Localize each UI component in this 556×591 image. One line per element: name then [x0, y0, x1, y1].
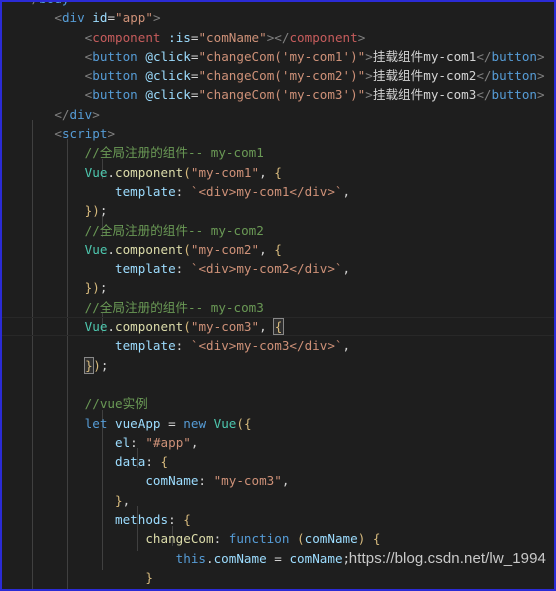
code-lines[interactable]: </body> <div id="app"> <component :is="c… — [2, 2, 554, 589]
code-line[interactable]: Vue.component("my-com1", { — [2, 163, 554, 182]
code-line[interactable]: comName: "my-com3", — [2, 471, 554, 490]
code-line[interactable]: changeCom: function (comName) { — [2, 529, 554, 548]
code-line-current[interactable]: Vue.component("my-com3", { — [2, 317, 554, 337]
watermark-text: https://blog.csdn.net/lw_1994 — [348, 550, 546, 567]
code-editor-screenshot: </body> <div id="app"> <component :is="c… — [0, 0, 556, 591]
code-line[interactable]: </div> — [2, 105, 554, 124]
code-line[interactable]: <component :is="comName"></component> — [2, 28, 554, 47]
code-line[interactable]: data: { — [2, 452, 554, 471]
code-line[interactable]: <button @click="changeCom('my-com1')">挂载… — [2, 47, 554, 66]
code-line[interactable]: methods: { — [2, 510, 554, 529]
code-line[interactable]: el: "#app", — [2, 433, 554, 452]
code-line[interactable]: }); — [2, 278, 554, 297]
code-line[interactable]: let vueApp = new Vue({ — [2, 414, 554, 433]
code-line[interactable] — [2, 375, 554, 394]
code-line[interactable]: template: `<div>my-com2</div>`, — [2, 259, 554, 278]
bracket-match-open: { — [273, 318, 284, 336]
code-line[interactable]: //全局注册的组件-- my-com1 — [2, 143, 554, 162]
code-line[interactable]: template: `<div>my-com1</div>`, — [2, 182, 554, 201]
code-line[interactable]: } — [2, 568, 554, 587]
code-line[interactable]: //全局注册的组件-- my-com2 — [2, 221, 554, 240]
code-line[interactable]: } — [2, 587, 554, 589]
code-line[interactable]: }); — [2, 356, 554, 375]
code-line[interactable]: <div id="app"> — [2, 8, 554, 27]
code-line[interactable]: //vue实例 — [2, 394, 554, 413]
bracket-match-close: } — [83, 356, 95, 374]
code-line[interactable]: <button @click="changeCom('my-com2')">挂载… — [2, 66, 554, 85]
code-line[interactable]: <button @click="changeCom('my-com3')">挂载… — [2, 85, 554, 104]
code-line[interactable]: Vue.component("my-com2", { — [2, 240, 554, 259]
editor-surface[interactable]: </body> <div id="app"> <component :is="c… — [2, 2, 554, 589]
code-line[interactable]: //全局注册的组件-- my-com3 — [2, 298, 554, 317]
code-line[interactable]: template: `<div>my-com3</div>`, — [2, 336, 554, 355]
code-line[interactable]: }); — [2, 201, 554, 220]
code-line[interactable]: <script> — [2, 124, 554, 143]
code-line[interactable]: }, — [2, 491, 554, 510]
